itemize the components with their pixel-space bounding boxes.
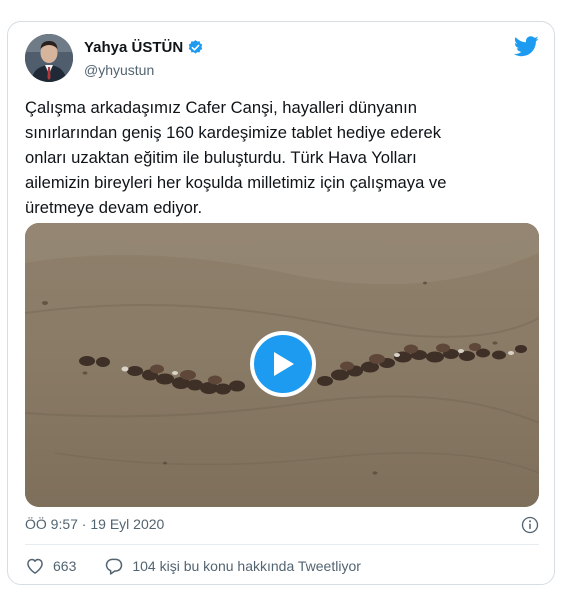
profile-avatar[interactable] — [25, 34, 73, 82]
like-count: 663 — [53, 558, 77, 574]
reply-icon — [106, 558, 123, 575]
verified-badge-icon — [188, 40, 203, 54]
tweet-card[interactable]: Yahya ÜSTÜN @yhyustun Çalışma arkadaşımı… — [7, 21, 555, 585]
author-handle[interactable]: @yhyustun — [84, 62, 154, 78]
play-icon — [274, 352, 294, 376]
divider — [25, 544, 539, 545]
reply-text: 104 kişi bu konu hakkında Tweetliyor — [132, 558, 361, 574]
reply-button[interactable]: 104 kişi bu konu hakkında Tweetliyor — [104, 556, 361, 576]
like-button[interactable]: 663 — [25, 556, 76, 576]
tweet-text: Çalışma arkadaşımız Cafer Canşi, hayalle… — [25, 98, 447, 217]
tweet-timestamp[interactable]: ÖÖ 9:57 · 19 Eyl 2020 — [25, 516, 164, 532]
info-icon[interactable] — [521, 516, 539, 534]
avatar-image — [25, 34, 73, 82]
author-display-name[interactable]: Yahya ÜSTÜN — [84, 39, 183, 56]
play-button[interactable] — [250, 331, 316, 397]
tweet-video[interactable] — [25, 223, 539, 507]
heart-icon — [27, 558, 43, 574]
twitter-bird-icon[interactable] — [514, 36, 539, 57]
